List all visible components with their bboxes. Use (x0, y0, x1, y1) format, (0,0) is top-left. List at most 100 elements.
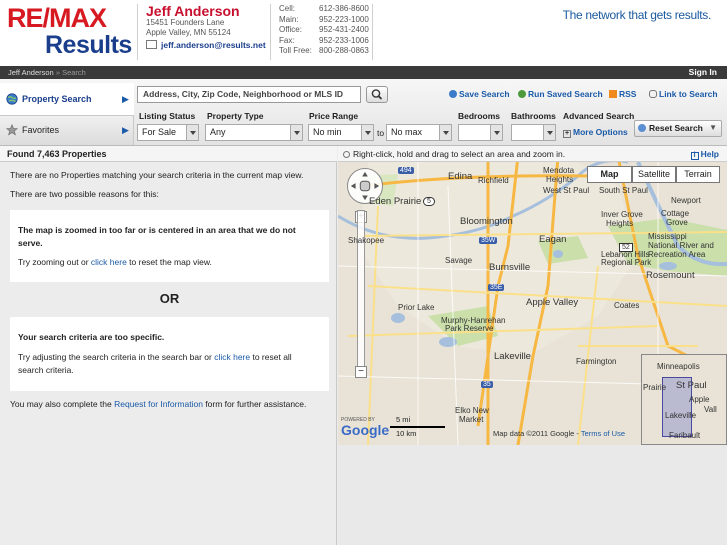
listing-status-value: For Sale (142, 127, 177, 137)
agent-contact-list: Cell: 612-386-8600 Main: 952-223-1000 Offi… (279, 4, 369, 57)
price-max-select[interactable]: No max (386, 124, 452, 141)
tab-property-search-label: Property Search (22, 94, 92, 104)
breadcrumb: Jeff Anderson » Search (8, 68, 86, 77)
bedrooms-select[interactable] (458, 124, 503, 141)
map-label: Prior Lake (398, 303, 435, 312)
map-hint-text: Right-click, hold and drag to select an … (353, 149, 566, 159)
remax-logo[interactable]: RE/MAX Results (7, 4, 132, 62)
chevron-right-icon: ▶ (122, 125, 129, 135)
header-divider (137, 4, 138, 60)
map-label: Inver Grove (601, 210, 643, 219)
save-icon (449, 90, 457, 98)
contact-label: Main: (279, 14, 299, 24)
reason1-post: to reset the map view. (126, 257, 212, 267)
price-max-value: No max (391, 127, 423, 137)
bedrooms-label: Bedrooms (458, 111, 501, 121)
tab-favorites[interactable]: Favorites ▶ (0, 115, 134, 145)
map-label: Burnsville (489, 262, 531, 273)
reason2-box: Your search criteria are too specific. T… (10, 317, 329, 391)
email-icon (146, 40, 157, 49)
map-label: Park Reserve (445, 324, 494, 333)
map-label: Regional Park (601, 258, 652, 267)
map-label: Grove (666, 218, 688, 227)
map-label: Eden Prairie (369, 196, 422, 207)
agent-name: Jeff Anderson (146, 3, 240, 19)
reason1-text: Try zooming out or click here to reset t… (18, 256, 318, 269)
tab-property-search[interactable]: Property Search ▶ (0, 83, 134, 115)
map-label: Farmington (576, 357, 617, 366)
google-logo[interactable]: Google (341, 422, 389, 438)
listing-status-label: Listing Status (139, 111, 196, 121)
save-search-link[interactable]: Save Search (449, 89, 510, 99)
reset-search-label: Reset Search (649, 123, 703, 133)
rss-link[interactable]: RSS (609, 89, 636, 99)
footer-post: form for further assistance. (202, 399, 307, 409)
contact-label: Office: (279, 25, 302, 35)
search-go-button[interactable] (366, 86, 388, 103)
reason2-title: Your search criteria are too specific. (18, 332, 165, 342)
chevron-down-icon (490, 125, 502, 140)
map-type-map-button[interactable]: Map (587, 166, 632, 183)
contact-row: Main: 952-223-1000 (279, 15, 369, 26)
map-label: Lakeville (494, 351, 531, 362)
map-label: Elko New (455, 406, 489, 415)
agent-email-link[interactable]: jeff.anderson@results.net (161, 40, 266, 50)
highway-shield-i35e: 35E (488, 284, 505, 291)
search-input[interactable]: Address, City, Zip Code, Neighborhood or… (137, 86, 361, 103)
chevron-down-icon (439, 125, 451, 140)
agent-address-line1: 15451 Founders Lane (146, 18, 225, 27)
chevron-right-icon: ▶ (122, 94, 129, 104)
reason1-title: The map is zoomed in too far or is cente… (18, 225, 296, 248)
terms-of-use-link[interactable]: Terms of Use (581, 429, 625, 438)
reset-search-button[interactable]: Reset Search ▼ (634, 120, 722, 137)
agent-email-row[interactable]: jeff.anderson@results.net (146, 40, 266, 52)
link-to-search-link[interactable]: Link to Search (649, 89, 718, 99)
property-type-select[interactable]: Any (205, 124, 303, 141)
price-min-value: No min (313, 127, 342, 137)
magnifier-icon (371, 89, 383, 100)
breadcrumb-home-link[interactable]: Jeff Anderson (8, 68, 54, 77)
listing-status-select[interactable]: For Sale (137, 124, 199, 141)
page: RE/MAX Results Jeff Anderson 15451 Found… (0, 0, 727, 545)
map-type-terrain-button[interactable]: Terrain (676, 166, 720, 183)
scale-mi: 5 mi (396, 415, 411, 424)
chevron-down-icon (361, 125, 373, 140)
footer-message: You may also complete the Request for In… (10, 398, 328, 411)
highway-shield-i35: 35 (481, 381, 493, 388)
more-options-link[interactable]: + More Options (563, 127, 628, 138)
map-label: Savage (445, 256, 473, 265)
property-type-value: Any (210, 127, 226, 137)
plus-icon: + (563, 130, 571, 138)
map-label: Mendota (543, 166, 575, 175)
reasons-intro: There are two possible reasons for this: (10, 189, 159, 199)
map-label: Rosemount (646, 270, 695, 281)
chain-link-icon (649, 90, 657, 98)
contact-value: 952-223-1000 (319, 14, 369, 24)
run-saved-search-link[interactable]: Run Saved Search (518, 89, 603, 99)
reset-criteria-link[interactable]: click here (214, 352, 250, 362)
price-range-label: Price Range (309, 111, 359, 121)
request-information-link[interactable]: Request for Information (114, 399, 203, 409)
price-min-select[interactable]: No min (308, 124, 374, 141)
or-divider: OR (159, 291, 180, 306)
bathrooms-select[interactable] (511, 124, 556, 141)
map-label: Eagan (539, 234, 567, 245)
reset-icon (638, 124, 646, 132)
map-hint-bar: Right-click, hold and drag to select an … (338, 146, 727, 162)
highway-shield-r52: 52 (619, 243, 633, 252)
highway-shield-i494: 494 (398, 167, 414, 174)
map-type-satellite-button[interactable]: Satellite (632, 166, 676, 183)
map-label: Apple Valley (526, 297, 579, 308)
scale-bar (390, 426, 445, 428)
property-type-label: Property Type (207, 111, 264, 121)
map-label: Cottage (661, 209, 690, 218)
map-label: Newport (671, 196, 701, 205)
lower-blank-area (338, 445, 727, 545)
zoom-out-button[interactable]: − (355, 366, 367, 378)
more-options-label: More Options (573, 127, 628, 137)
reset-map-link[interactable]: click here (91, 257, 127, 267)
help-link[interactable]: i Help (690, 149, 719, 160)
map-label: Recreation Area (648, 250, 706, 259)
sign-in-link[interactable]: Sign In (689, 67, 717, 77)
map-label: Mississippi (648, 232, 687, 241)
